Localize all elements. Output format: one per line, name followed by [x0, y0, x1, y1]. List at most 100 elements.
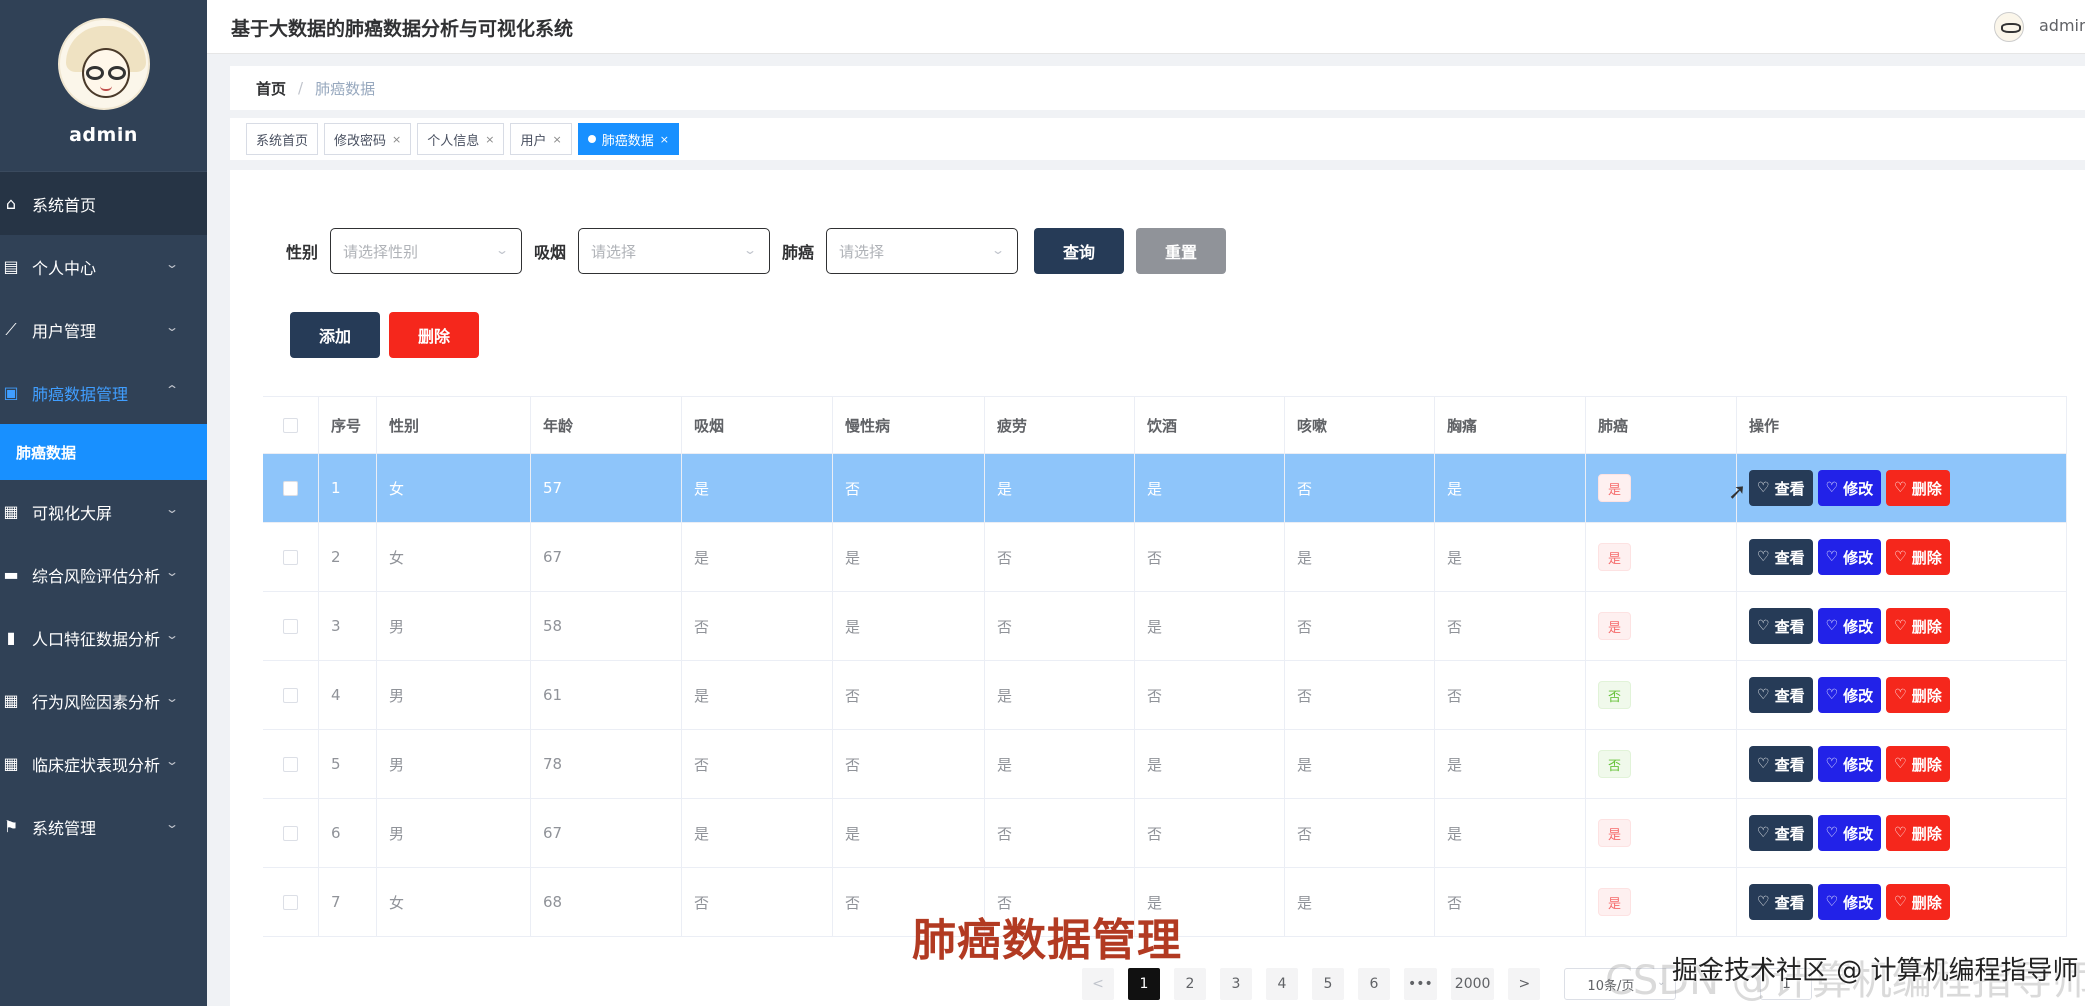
table-body: 1 女 57 是否是是否是是 ♡ 查看 ♡ 修改 ♡ 删除 2 女 67 是是否否是是是 ♡ 查看 ♡ 修改 ♡ 删除…: [263, 454, 2067, 937]
row-checkbox[interactable]: [283, 687, 298, 703]
view-button[interactable]: ♡ 查看: [1749, 815, 1813, 851]
avatar[interactable]: [57, 18, 150, 110]
row-select-cell[interactable]: [263, 868, 319, 936]
view-button[interactable]: ♡ 查看: [1749, 746, 1813, 782]
sidebar-item-label: 用户管理: [32, 321, 97, 341]
sidebar-item-label: 个人中心: [32, 258, 97, 278]
edit-button[interactable]: ♡ 修改: [1817, 539, 1882, 575]
row-select-cell[interactable]: [263, 730, 319, 798]
user-avatar[interactable]: [1994, 12, 2024, 42]
sidebar-item-profile[interactable]: ▤ 个人中心 ⌄: [0, 235, 207, 298]
table-row[interactable]: 1 女 57 是否是是否是是 ♡ 查看 ♡ 修改 ♡ 删除: [263, 454, 2067, 523]
row-checkbox[interactable]: [283, 618, 298, 634]
edit-label: 修改: [1843, 893, 1874, 912]
page-button[interactable]: 6: [1358, 968, 1390, 1000]
row-checkbox[interactable]: [283, 756, 298, 772]
view-label: 查看: [1774, 755, 1805, 774]
table-cell: 女: [377, 868, 531, 936]
delete-button[interactable]: ♡ 删除: [1886, 539, 1950, 575]
row-checkbox[interactable]: [283, 480, 298, 496]
smoke-placeholder: 请选择: [591, 242, 637, 261]
close-icon[interactable]: ×: [392, 133, 401, 146]
row-actions: ♡ 查看 ♡ 修改 ♡ 删除: [1737, 661, 2067, 729]
delete-button[interactable]: ♡ 删除: [1886, 815, 1950, 851]
row-checkbox[interactable]: [283, 894, 298, 910]
breadcrumb-current: 肺癌数据: [315, 79, 376, 98]
breadcrumb-home[interactable]: 首页: [256, 78, 286, 99]
tab-users[interactable]: 用户 ×: [510, 123, 572, 155]
batch-delete-button[interactable]: 删除: [389, 312, 479, 358]
delete-button[interactable]: ♡ 删除: [1886, 470, 1950, 506]
tab-home[interactable]: 系统首页: [246, 123, 319, 155]
sidebar-item-behavior-risk[interactable]: ▦ 行为风险因素分析 ⌄: [0, 669, 207, 732]
row-checkbox[interactable]: [283, 549, 298, 565]
edit-button[interactable]: ♡ 修改: [1817, 884, 1882, 920]
delete-button[interactable]: ♡ 删除: [1886, 677, 1950, 713]
select-all-checkbox[interactable]: [283, 417, 298, 433]
sidebar-item-demographics[interactable]: ▮ 人口特征数据分析 ⌄: [0, 606, 207, 669]
tab-personal-info[interactable]: 个人信息 ×: [417, 123, 505, 155]
smoke-select[interactable]: 请选择 ⌄: [578, 228, 771, 274]
edit-button[interactable]: ♡ 修改: [1817, 470, 1882, 506]
table-row[interactable]: 3 男 58 否是否是否否是 ♡ 查看 ♡ 修改 ♡ 删除: [263, 592, 2067, 661]
table-cell: 否: [833, 454, 985, 522]
close-icon[interactable]: ×: [485, 133, 494, 146]
table-cell: 58: [531, 592, 682, 660]
table-cell: 否: [1285, 454, 1435, 522]
table-row[interactable]: 6 男 67 是是否否否是是 ♡ 查看 ♡ 修改 ♡ 删除: [263, 799, 2067, 868]
sidebar-item-dashboard[interactable]: ▦ 可视化大屏 ⌄: [0, 480, 207, 543]
prev-page-button[interactable]: <: [1082, 968, 1114, 1000]
close-icon[interactable]: ×: [660, 133, 669, 146]
delete-button[interactable]: ♡ 删除: [1886, 608, 1950, 644]
last-page-button[interactable]: 2000: [1450, 968, 1495, 1000]
sidebar-item-clinical[interactable]: ▦ 临床症状表现分析 ⌄: [0, 732, 207, 795]
add-button[interactable]: 添加: [290, 312, 380, 358]
row-select-cell[interactable]: [263, 799, 319, 867]
reset-button[interactable]: 重置: [1136, 228, 1227, 274]
query-button[interactable]: 查询: [1034, 228, 1125, 274]
table-header: 序号 性别 年龄 吸烟 慢性病 疲劳 饮酒 咳嗽 胸痛 肺癌 操作: [263, 396, 2067, 454]
view-button[interactable]: ♡ 查看: [1749, 884, 1813, 920]
close-icon[interactable]: ×: [553, 133, 562, 146]
column-header: 慢性病: [833, 397, 985, 453]
next-page-button[interactable]: >: [1508, 968, 1541, 1000]
edit-button[interactable]: ♡ 修改: [1817, 746, 1882, 782]
sidebar-subitem-cancer-data[interactable]: 肺癌数据: [0, 424, 207, 480]
top-username[interactable]: admin: [2039, 16, 2085, 35]
page-button[interactable]: 3: [1220, 968, 1252, 1000]
sidebar-item-cancer-data-management[interactable]: ▣ 肺癌数据管理 ⌃: [0, 361, 207, 424]
view-button[interactable]: ♡ 查看: [1749, 539, 1813, 575]
row-select-cell[interactable]: [263, 592, 319, 660]
topbar: 基于大数据的肺癌数据分析与可视化系统 admin: [207, 0, 2085, 54]
gender-select[interactable]: 请选择性别 ⌄: [330, 228, 523, 274]
select-all-cell[interactable]: [263, 397, 319, 453]
row-select-cell[interactable]: [263, 523, 319, 591]
sidebar-item-system[interactable]: ⚑ 系统管理 ⌄: [0, 795, 207, 858]
table-row[interactable]: 2 女 67 是是否否是是是 ♡ 查看 ♡ 修改 ♡ 删除: [263, 523, 2067, 592]
table-row[interactable]: 4 男 61 是否是否否否否 ♡ 查看 ♡ 修改 ♡ 删除: [263, 661, 2067, 730]
tab-cancer-data[interactable]: 肺癌数据 ×: [577, 123, 679, 155]
view-button[interactable]: ♡ 查看: [1749, 470, 1813, 506]
edit-button[interactable]: ♡ 修改: [1817, 677, 1882, 713]
edit-button[interactable]: ♡ 修改: [1817, 608, 1882, 644]
delete-button[interactable]: ♡ 删除: [1886, 746, 1950, 782]
table-row[interactable]: 5 男 78 否否是是是是否 ♡ 查看 ♡ 修改 ♡ 删除: [263, 730, 2067, 799]
view-button[interactable]: ♡ 查看: [1749, 677, 1813, 713]
page-button[interactable]: 4: [1266, 968, 1298, 1000]
sidebar-item-home[interactable]: ⌂ 系统首页: [0, 172, 207, 235]
row-select-cell[interactable]: [263, 454, 319, 522]
row-select-cell[interactable]: [263, 661, 319, 729]
tab-change-password[interactable]: 修改密码 ×: [324, 123, 412, 155]
page-button[interactable]: 5: [1312, 968, 1344, 1000]
page-button[interactable]: 2: [1174, 968, 1206, 1000]
delete-button[interactable]: ♡ 删除: [1886, 884, 1950, 920]
sidebar-item-risk-analysis[interactable]: ▬ 综合风险评估分析 ⌄: [0, 543, 207, 606]
cancer-select[interactable]: 请选择 ⌄: [826, 228, 1019, 274]
edit-button[interactable]: ♡ 修改: [1817, 815, 1882, 851]
cancer-cell: 是: [1586, 592, 1737, 660]
view-button[interactable]: ♡ 查看: [1749, 608, 1813, 644]
row-checkbox[interactable]: [283, 825, 298, 841]
sidebar-item-users[interactable]: ⟋ 用户管理 ⌄: [0, 298, 207, 361]
more-pages-button[interactable]: •••: [1404, 968, 1437, 1000]
page-button[interactable]: 1: [1128, 968, 1160, 1000]
